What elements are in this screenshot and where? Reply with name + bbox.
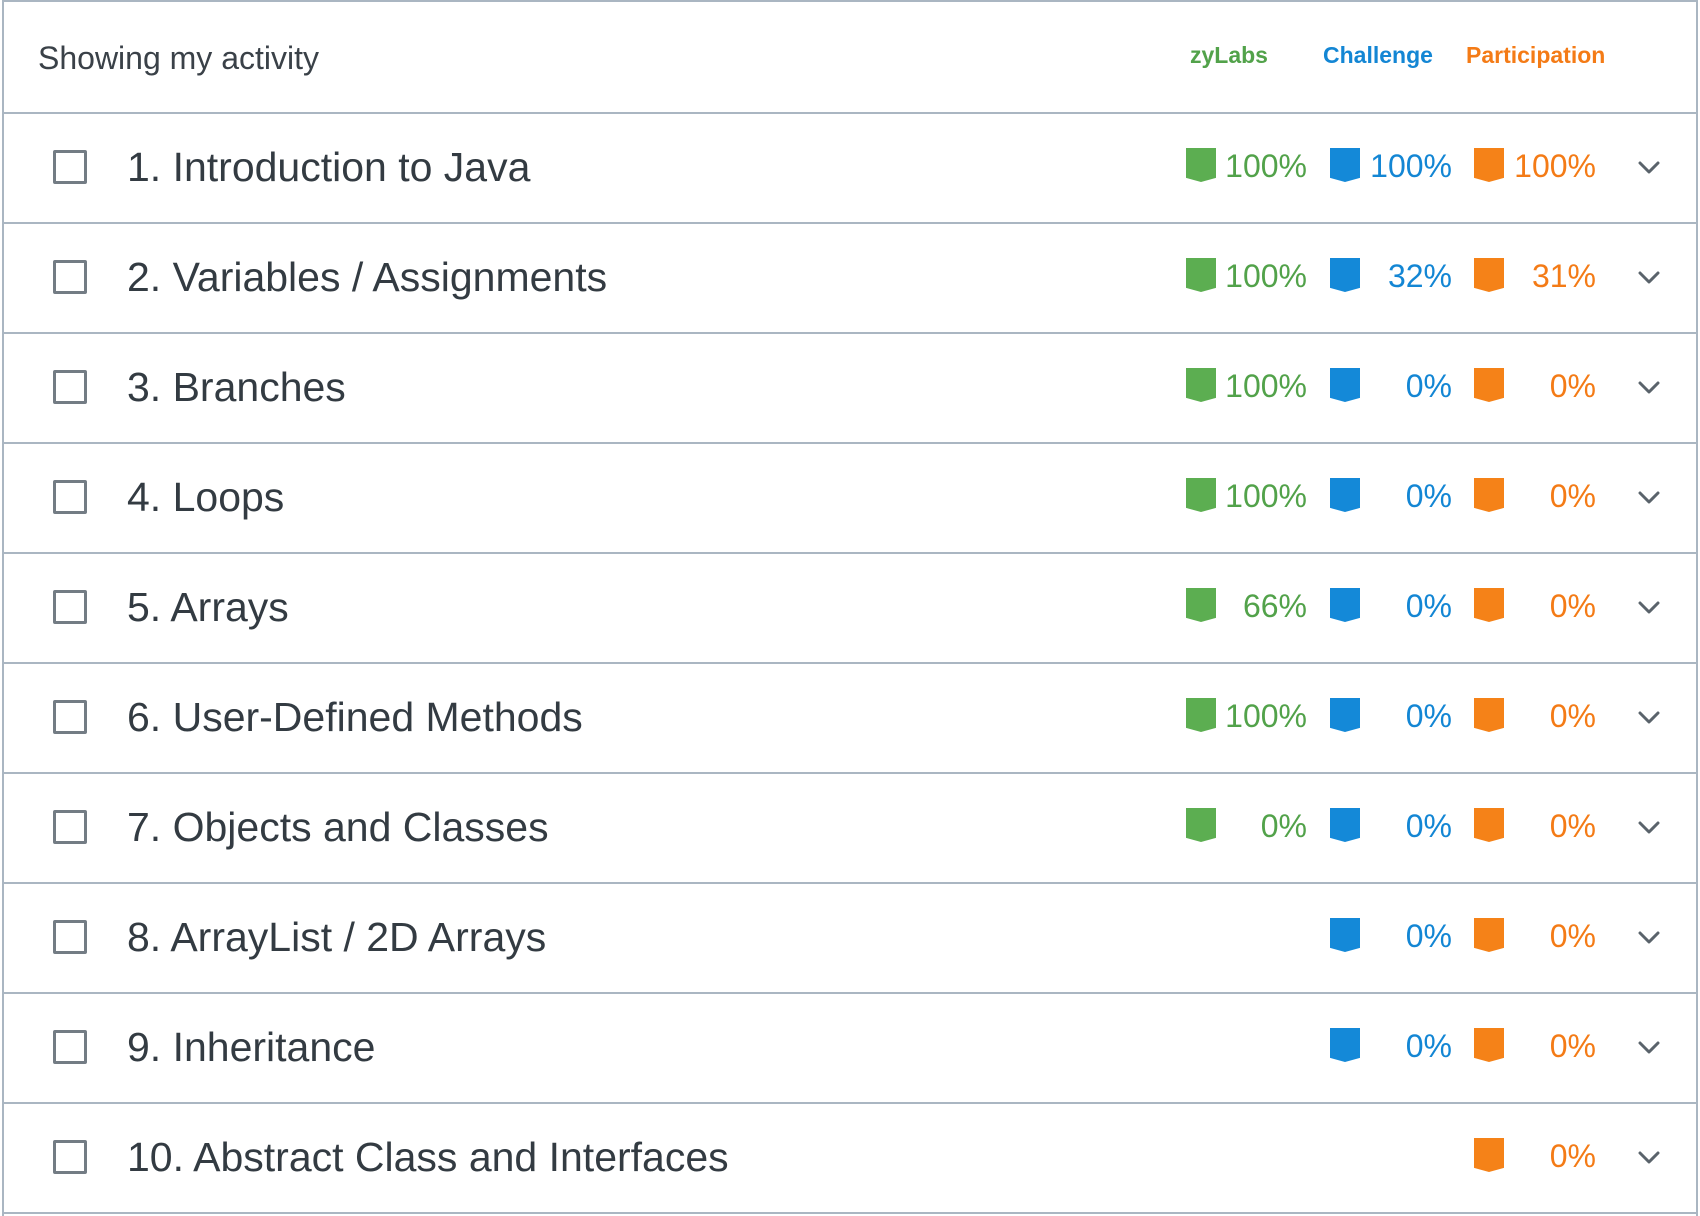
chapter-title: 3. Branches (127, 364, 346, 410)
participation-column-label: Participation (1466, 42, 1606, 68)
chevron-down-icon[interactable] (1636, 1144, 1662, 1170)
zylabs-percent: 0% (1260, 808, 1307, 844)
chapter-checkbox[interactable] (53, 1030, 87, 1064)
zylabs-percent: 100% (1225, 698, 1307, 734)
challenge-percent: 0% (1405, 918, 1452, 954)
zylabs-percent: 100% (1225, 258, 1307, 294)
zylabs-percent: 100% (1225, 478, 1307, 514)
participation-percent: 0% (1549, 588, 1596, 624)
chapter-title: 9. Inheritance (127, 1024, 376, 1070)
chapter-list: 1. Introduction to Java 100% 100% 100% 2. Va… (4, 114, 1696, 1214)
challenge-percent: 0% (1405, 588, 1452, 624)
chapter-row[interactable]: 3. Branches 100% 0% 0% (4, 334, 1696, 444)
chapter-checkbox[interactable] (53, 150, 87, 184)
chevron-down-icon[interactable] (1636, 154, 1662, 180)
participation-percent: 0% (1549, 918, 1596, 954)
chapter-title: 1. Introduction to Java (127, 144, 531, 190)
chapter-row[interactable]: 6. User-Defined Methods 100% 0% 0% (4, 664, 1696, 774)
challenge-column-label: Challenge (1323, 42, 1433, 68)
chapter-row[interactable]: 8. ArrayList / 2D Arrays 0% 0% (4, 884, 1696, 994)
chevron-down-icon[interactable] (1636, 924, 1662, 950)
chapter-checkbox[interactable] (53, 260, 87, 294)
chapter-row[interactable]: 7. Objects and Classes 0% 0% 0% (4, 774, 1696, 884)
chapter-title: 8. ArrayList / 2D Arrays (127, 914, 547, 960)
chapter-checkbox[interactable] (53, 700, 87, 734)
participation-percent: 0% (1549, 698, 1596, 734)
participation-percent: 0% (1549, 368, 1596, 404)
chapter-checkbox[interactable] (53, 1140, 87, 1174)
chapter-checkbox[interactable] (53, 920, 87, 954)
zylabs-percent: 66% (1242, 588, 1307, 624)
chapter-checkbox[interactable] (53, 480, 87, 514)
challenge-percent: 0% (1405, 478, 1452, 514)
activity-header: Showing my activity zyLabs Challenge Par… (4, 2, 1696, 114)
challenge-percent: 0% (1405, 808, 1452, 844)
chapter-title: 10. Abstract Class and Interfaces (127, 1134, 729, 1180)
chevron-down-icon[interactable] (1636, 814, 1662, 840)
challenge-percent: 100% (1370, 148, 1452, 184)
challenge-percent: 0% (1405, 368, 1452, 404)
participation-percent: 0% (1549, 1028, 1596, 1064)
chevron-down-icon[interactable] (1636, 704, 1662, 730)
header-title: Showing my activity (38, 40, 319, 76)
chevron-down-icon[interactable] (1636, 374, 1662, 400)
zylabs-percent: 100% (1225, 148, 1307, 184)
chevron-down-icon[interactable] (1636, 594, 1662, 620)
chapter-title: 5. Arrays (127, 584, 289, 630)
chapter-row[interactable]: 10. Abstract Class and Interfaces 0% (4, 1104, 1696, 1214)
chapter-checkbox[interactable] (53, 370, 87, 404)
chapter-checkbox[interactable] (53, 590, 87, 624)
chapter-row[interactable]: 1. Introduction to Java 100% 100% 100% (4, 114, 1696, 224)
participation-percent: 0% (1549, 1138, 1596, 1174)
chapter-title: 6. User-Defined Methods (127, 694, 583, 740)
zylabs-column-label: zyLabs (1190, 42, 1268, 68)
participation-percent: 100% (1514, 148, 1596, 184)
zylabs-percent: 100% (1225, 368, 1307, 404)
challenge-percent: 0% (1405, 698, 1452, 734)
chevron-down-icon[interactable] (1636, 1034, 1662, 1060)
chevron-down-icon[interactable] (1636, 264, 1662, 290)
participation-percent: 0% (1549, 808, 1596, 844)
chapter-row[interactable]: 9. Inheritance 0% 0% (4, 994, 1696, 1104)
chapter-row[interactable]: 5. Arrays 66% 0% 0% (4, 554, 1696, 664)
chapter-title: 4. Loops (127, 474, 285, 520)
chapter-row[interactable]: 4. Loops 100% 0% 0% (4, 444, 1696, 554)
chapter-title: 2. Variables / Assignments (127, 254, 608, 300)
chapter-row[interactable]: 2. Variables / Assignments 100% 32% 31% (4, 224, 1696, 334)
participation-percent: 31% (1531, 258, 1596, 294)
challenge-percent: 0% (1405, 1028, 1452, 1064)
chapter-checkbox[interactable] (53, 810, 87, 844)
challenge-percent: 32% (1387, 258, 1452, 294)
participation-percent: 0% (1549, 478, 1596, 514)
activity-panel: Showing my activity zyLabs Challenge Par… (2, 0, 1698, 1216)
chapter-title: 7. Objects and Classes (127, 804, 549, 850)
chevron-down-icon[interactable] (1636, 484, 1662, 510)
